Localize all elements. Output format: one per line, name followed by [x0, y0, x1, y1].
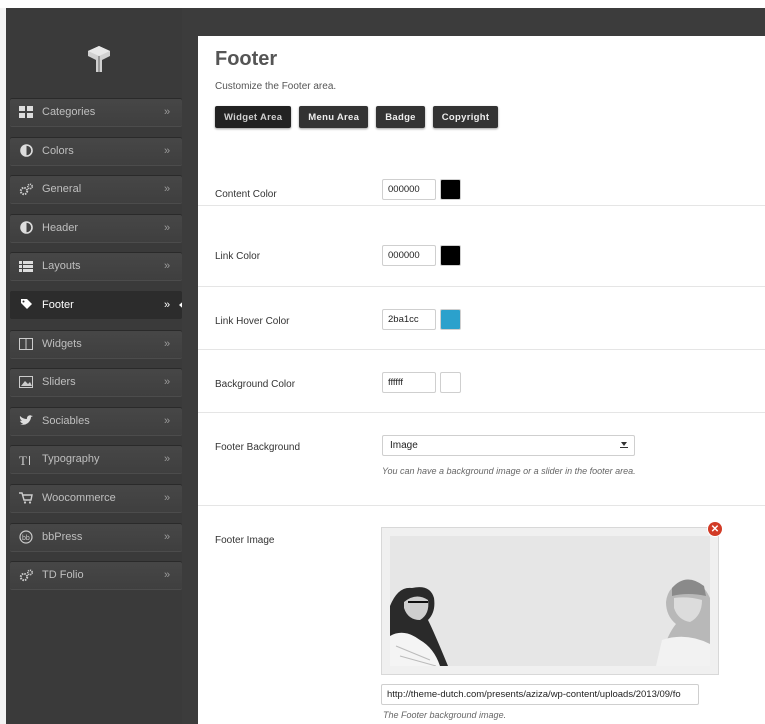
link-color-input[interactable]: 000000: [382, 245, 436, 266]
sidebar-item-label: TD Folio: [42, 569, 84, 582]
bbpress-icon: bb: [18, 529, 34, 545]
footer-background-selected: Image: [390, 440, 418, 451]
page-title: Footer: [215, 48, 278, 70]
contrast-icon: [18, 220, 34, 236]
link-hover-color-label: Link Hover Color: [215, 316, 290, 327]
content-color-row: Content Color 000000: [198, 146, 765, 206]
footer-image-label: Footer Image: [215, 535, 275, 546]
sidebar-item-header[interactable]: Header »: [10, 213, 182, 242]
footer-image-help: The Footer background image.: [383, 710, 507, 720]
sidebar-item-label: Colors: [42, 144, 74, 157]
chevron-right-icon: »: [164, 414, 171, 427]
footer-background-row: Footer Background Image You can have a b…: [198, 413, 765, 506]
sidebar-item-label: Sociables: [42, 414, 90, 427]
remove-image-button[interactable]: ✕: [708, 522, 722, 536]
sidebar-item-footer[interactable]: Footer »: [10, 290, 188, 319]
top-strip: [0, 0, 765, 8]
logo-icon: [88, 46, 110, 72]
chevron-right-icon: »: [164, 221, 171, 234]
svg-text:bb: bb: [22, 535, 30, 542]
sidebar-item-label: Categories: [42, 106, 96, 118]
chevron-right-icon: »: [164, 530, 171, 543]
chevron-right-icon: »: [164, 337, 171, 350]
sidebar-item-sliders[interactable]: Sliders »: [10, 368, 182, 397]
contrast-icon: [18, 143, 34, 159]
sidebar-item-categories[interactable]: Categories »: [10, 98, 182, 126]
sidebar-item-woocommerce[interactable]: Woocommerce »: [10, 483, 182, 512]
link-hover-color-swatch[interactable]: [440, 309, 461, 330]
sidebar-item-label: Widgets: [42, 337, 82, 350]
sidebar-item-label: Footer: [42, 298, 74, 311]
twitter-icon: [18, 413, 34, 429]
preview-photo: [390, 536, 710, 666]
tag-icon: [18, 297, 34, 313]
tab-widget-area[interactable]: Widget Area: [215, 106, 292, 128]
page-description: Customize the Footer area.: [215, 81, 337, 92]
chevron-right-icon: »: [164, 260, 171, 273]
sidebar-item-bbpress[interactable]: bb bbPress »: [10, 522, 182, 551]
text-icon: T: [18, 451, 34, 467]
sidebar-item-label: Woocommerce: [42, 491, 116, 504]
footer-background-help: You can have a background image or a sli…: [382, 466, 636, 476]
sidebar-item-label: Sliders: [42, 376, 76, 389]
sidebar-item-label: Typography: [42, 453, 100, 466]
sidebar-item-colors[interactable]: Colors »: [10, 136, 182, 165]
columns-icon: [18, 336, 34, 352]
list-icon: [18, 258, 34, 274]
sidebar-item-layouts[interactable]: Layouts »: [10, 252, 182, 281]
sidebar-item-widgets[interactable]: Widgets »: [10, 329, 182, 358]
sidebar-item-label: bbPress: [42, 530, 83, 543]
link-color-label: Link Color: [215, 251, 261, 262]
footer-image-url-input[interactable]: http://theme-dutch.com/presents/aziza/wp…: [381, 684, 699, 705]
background-color-row: Background Color ffffff: [198, 350, 765, 413]
tab-copyright[interactable]: Copyright: [432, 106, 499, 128]
chevron-right-icon: »: [164, 298, 171, 311]
chevron-right-icon: »: [164, 183, 171, 196]
chevron-right-icon: »: [164, 569, 171, 582]
footer-background-select[interactable]: Image: [382, 435, 635, 456]
image-icon: [18, 374, 34, 390]
sidebar-nav: Categories» Colors» General» Header» Layouts…: [6, 98, 188, 600]
background-color-swatch[interactable]: [440, 372, 461, 393]
sidebar-item-label: Header: [42, 221, 79, 234]
footer-image-preview: [381, 527, 719, 675]
sidebar-item-typography[interactable]: T Typography »: [10, 445, 182, 474]
tab-badge[interactable]: Badge: [376, 106, 425, 128]
gears-icon: [18, 181, 34, 197]
sidebar-item-general[interactable]: General »: [10, 175, 182, 204]
chevron-right-icon: »: [164, 144, 171, 157]
sidebar-item-label: General: [42, 183, 82, 196]
chevron-right-icon: »: [164, 491, 171, 504]
sidebar-item-sociables[interactable]: Sociables »: [10, 406, 182, 435]
close-icon: ✕: [710, 523, 720, 535]
chevron-down-icon: [618, 439, 630, 452]
cart-icon: [18, 490, 34, 506]
svg-text:T: T: [19, 453, 27, 466]
link-hover-color-input[interactable]: 2ba1cc: [382, 309, 436, 330]
sidebar-item-label: Layouts: [42, 260, 81, 273]
tab-bar: Widget Area Menu Area Badge Copyright: [215, 106, 499, 128]
grid-icon: [18, 104, 34, 120]
sidebar-item-td-folio[interactable]: TD Folio »: [10, 561, 182, 590]
content-color-label: Content Color: [215, 189, 277, 200]
content-color-swatch[interactable]: [440, 179, 461, 200]
chevron-right-icon: »: [164, 106, 171, 118]
chevron-right-icon: »: [164, 376, 171, 389]
link-hover-color-row: Link Hover Color 2ba1cc: [198, 287, 765, 350]
link-color-swatch[interactable]: [440, 245, 461, 266]
link-color-row: Link Color 000000: [198, 206, 765, 287]
footer-background-label: Footer Background: [215, 442, 301, 453]
tab-menu-area[interactable]: Menu Area: [299, 106, 369, 128]
background-color-input[interactable]: ffffff: [382, 372, 436, 393]
gears-icon: [18, 567, 34, 583]
chevron-right-icon: »: [164, 453, 171, 466]
background-color-label: Background Color: [215, 379, 296, 390]
content-color-input[interactable]: 000000: [382, 179, 436, 200]
